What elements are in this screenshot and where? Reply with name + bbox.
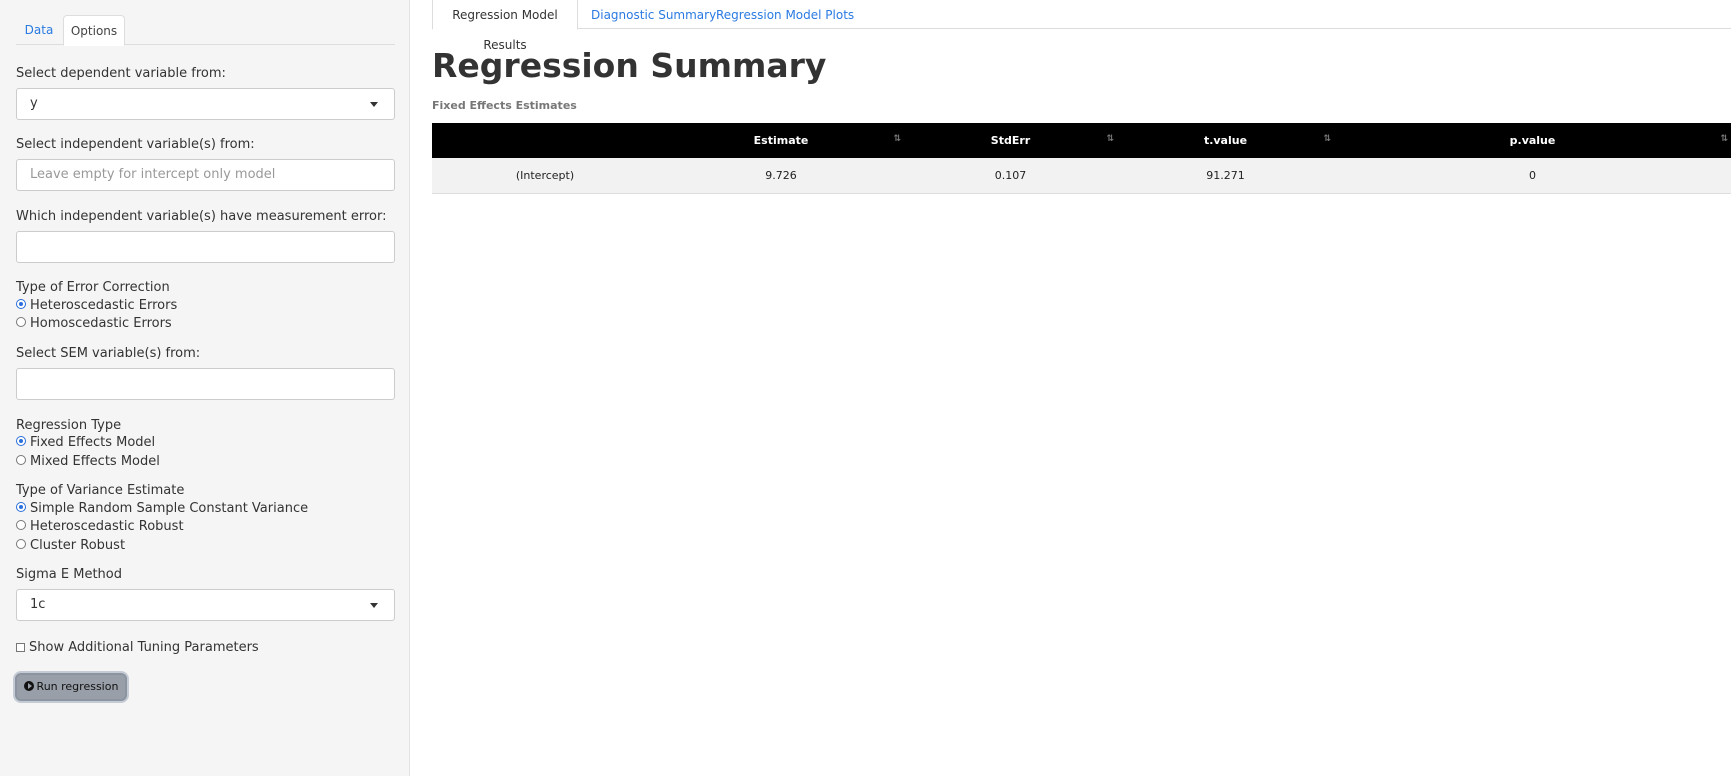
- dependent-variable-select[interactable]: y: [16, 88, 395, 120]
- radio-label: Heteroscedastic Robust: [30, 519, 184, 534]
- estimates-table: Estimate ⇅ StdErr ⇅ t.value ⇅ p.value ⇅ (Int…: [432, 123, 1731, 194]
- radio-simple-random-sample[interactable]: Simple Random Sample Constant Variance: [16, 500, 308, 518]
- sort-icon[interactable]: ⇅: [1323, 134, 1330, 144]
- sigma-method-label: Sigma E Method: [16, 567, 122, 582]
- column-header-pvalue[interactable]: p.value ⇅: [1334, 123, 1731, 158]
- error-correction-label: Type of Error Correction: [16, 280, 170, 295]
- dependent-variable-value: y: [30, 96, 38, 111]
- radio-label: Cluster Robust: [30, 538, 126, 553]
- tab-options[interactable]: Options: [63, 15, 125, 46]
- sigma-method-select[interactable]: 1c: [16, 589, 395, 621]
- column-header-rowname: [432, 123, 658, 158]
- table-cell-stderr: 0.107: [904, 158, 1117, 194]
- run-regression-button[interactable]: Run regression: [15, 673, 127, 701]
- radio-icon[interactable]: [16, 317, 26, 327]
- radio-heteroscedastic-errors[interactable]: Heteroscedastic Errors: [16, 297, 177, 315]
- measurement-error-input[interactable]: [16, 231, 395, 263]
- radio-label: Homoscedastic Errors: [30, 316, 172, 331]
- variance-estimate-label: Type of Variance Estimate: [16, 483, 185, 498]
- play-circle-icon: [23, 681, 34, 691]
- radio-homoscedastic-errors[interactable]: Homoscedastic Errors: [16, 315, 172, 333]
- table-cell-rowname: (Intercept): [432, 158, 658, 194]
- radio-label: Simple Random Sample Constant Variance: [30, 501, 309, 516]
- sigma-method-value: 1c: [30, 597, 46, 612]
- radio-label: Heteroscedastic Errors: [30, 298, 178, 313]
- sidebar: Data Options Select dependent variable f…: [0, 0, 410, 776]
- radio-selected-icon[interactable]: [16, 299, 26, 309]
- radio-icon[interactable]: [16, 520, 26, 530]
- table-header-row: Estimate ⇅ StdErr ⇅ t.value ⇅ p.value ⇅: [432, 123, 1731, 158]
- sort-icon[interactable]: ⇅: [893, 134, 900, 144]
- tuning-parameters-checkbox-row[interactable]: Show Additional Tuning Parameters: [16, 639, 259, 657]
- tab-diagnostic-summary[interactable]: Diagnostic Summary: [591, 0, 716, 30]
- column-header-tvalue[interactable]: t.value ⇅: [1117, 123, 1334, 158]
- sidebar-tabs: Data Options: [16, 15, 395, 46]
- table-cell-pvalue: 0: [1334, 158, 1731, 194]
- checkbox-icon[interactable]: [16, 643, 25, 652]
- tab-regression-model-results[interactable]: Regression Model Results: [432, 0, 578, 52]
- measurement-error-label: Which independent variable(s) have measu…: [16, 209, 387, 224]
- table-cell-estimate: 9.726: [658, 158, 904, 194]
- sem-variable-label: Select SEM variable(s) from:: [16, 346, 201, 361]
- column-header-stderr[interactable]: StdErr ⇅: [904, 123, 1117, 158]
- tab-data[interactable]: Data: [16, 15, 62, 45]
- independent-variable-input[interactable]: Leave empty for intercept only model: [16, 159, 395, 191]
- main-tabs: Regression Model Results Diagnostic Summ…: [432, 0, 1731, 52]
- radio-cluster-robust[interactable]: Cluster Robust: [16, 537, 125, 555]
- radio-mixed-effects[interactable]: Mixed Effects Model: [16, 453, 160, 471]
- tab-regression-model-plots[interactable]: Regression Model Plots: [716, 0, 854, 30]
- radio-heteroscedastic-robust[interactable]: Heteroscedastic Robust: [16, 518, 184, 536]
- chevron-down-icon: [370, 102, 378, 107]
- column-header-estimate[interactable]: Estimate ⇅: [658, 123, 904, 158]
- radio-icon[interactable]: [16, 455, 26, 465]
- radio-label: Fixed Effects Model: [30, 435, 156, 450]
- independent-variable-label: Select independent variable(s) from:: [16, 137, 255, 152]
- table-caption: Fixed Effects Estimates: [432, 99, 577, 112]
- chevron-down-icon: [370, 603, 378, 608]
- radio-label: Mixed Effects Model: [30, 454, 160, 469]
- run-regression-label: Run regression: [36, 680, 119, 693]
- sort-icon[interactable]: ⇅: [1106, 134, 1113, 144]
- page-title: Regression Summary: [432, 46, 827, 85]
- table-row: (Intercept) 9.726 0.107 91.271 0: [432, 158, 1731, 194]
- radio-icon[interactable]: [16, 539, 26, 549]
- radio-fixed-effects[interactable]: Fixed Effects Model: [16, 434, 155, 452]
- table-cell-tvalue: 91.271: [1117, 158, 1334, 194]
- sort-icon[interactable]: ⇅: [1720, 134, 1727, 144]
- radio-selected-icon[interactable]: [16, 436, 26, 446]
- sem-variable-input[interactable]: [16, 368, 395, 400]
- radio-selected-icon[interactable]: [16, 502, 26, 512]
- regression-type-label: Regression Type: [16, 418, 122, 433]
- checkbox-label: Show Additional Tuning Parameters: [29, 640, 259, 655]
- dependent-variable-label: Select dependent variable from:: [16, 66, 226, 81]
